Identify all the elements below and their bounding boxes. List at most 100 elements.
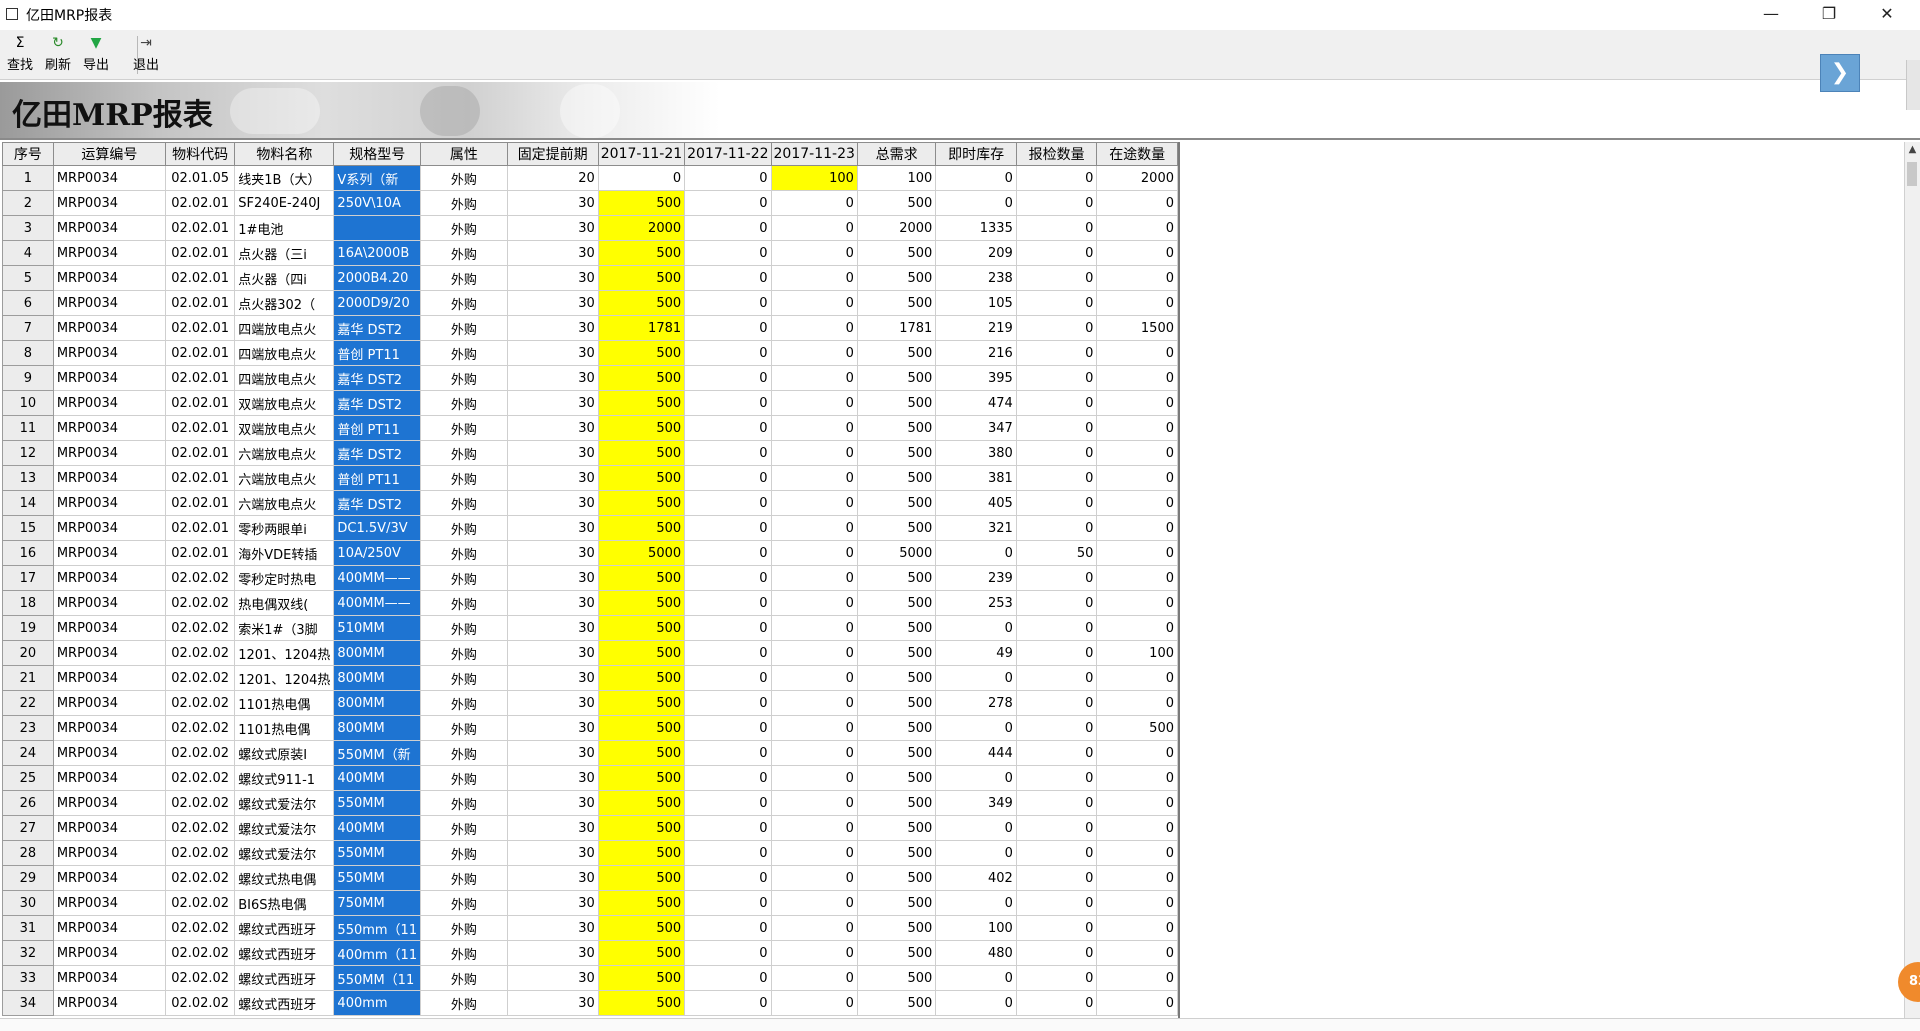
date-1-cell[interactable]: 500 <box>597 565 686 591</box>
inspect-qty-cell[interactable]: 0 <box>1015 740 1098 766</box>
inspect-qty-cell[interactable]: 0 <box>1015 440 1098 466</box>
date-2-cell[interactable]: 0 <box>684 865 772 891</box>
table-row[interactable]: 34 MRP0034 02.02.02 螺纹式西班牙 400mm 外购 30 500 0 0 500… <box>2 990 1178 1016</box>
calc-no-cell[interactable]: MRP0034 <box>52 940 167 966</box>
attr-cell[interactable]: 外购 <box>420 365 508 391</box>
item-code-cell[interactable]: 02.01.05 <box>165 165 236 191</box>
item-name-cell[interactable]: 点火器（四i <box>234 265 335 291</box>
spec-cell[interactable]: 2000B4.20 <box>333 265 422 291</box>
date-3-cell[interactable]: 0 <box>770 615 858 641</box>
date-2-cell[interactable]: 0 <box>684 840 772 866</box>
total-demand-cell[interactable]: 500 <box>856 840 937 866</box>
total-demand-cell[interactable]: 500 <box>856 490 937 516</box>
calc-no-cell[interactable]: MRP0034 <box>52 165 167 191</box>
stock-cell[interactable]: 0 <box>935 965 1017 991</box>
table-row[interactable]: 7 MRP0034 02.02.01 四端放电点火 嘉华 DST2 外购 30 1781 0 0 1… <box>2 315 1178 341</box>
calc-no-cell[interactable]: MRP0034 <box>52 490 167 516</box>
date-2-cell[interactable]: 0 <box>684 990 772 1016</box>
lead-time-cell[interactable]: 30 <box>506 565 599 591</box>
item-code-cell[interactable]: 02.02.01 <box>165 440 236 466</box>
item-name-cell[interactable]: 六端放电点火 <box>234 465 335 491</box>
stock-cell[interactable]: 480 <box>935 940 1017 966</box>
row-number[interactable]: 15 <box>2 515 54 541</box>
item-code-cell[interactable]: 02.02.01 <box>165 365 236 391</box>
date-1-cell[interactable]: 500 <box>597 665 686 691</box>
inspect-qty-cell[interactable]: 0 <box>1015 565 1098 591</box>
stock-cell[interactable]: 105 <box>935 290 1017 316</box>
lead-time-cell[interactable]: 30 <box>506 890 599 916</box>
inspect-qty-cell[interactable]: 0 <box>1015 915 1098 941</box>
date-3-cell[interactable]: 0 <box>770 790 858 816</box>
spec-cell[interactable]: 嘉华 DST2 <box>333 490 422 516</box>
date-1-cell[interactable]: 500 <box>597 940 686 966</box>
calc-no-cell[interactable]: MRP0034 <box>52 440 167 466</box>
date-2-cell[interactable]: 0 <box>684 790 772 816</box>
transit-qty-cell[interactable]: 0 <box>1096 465 1178 491</box>
stock-cell[interactable]: 321 <box>935 515 1017 541</box>
date-2-cell[interactable]: 0 <box>684 265 772 291</box>
row-number[interactable]: 6 <box>2 290 54 316</box>
stock-cell[interactable]: 209 <box>935 240 1017 266</box>
attr-cell[interactable]: 外购 <box>420 515 508 541</box>
calc-no-cell[interactable]: MRP0034 <box>52 265 167 291</box>
lead-time-cell[interactable]: 30 <box>506 840 599 866</box>
spec-cell[interactable]: 510MM <box>333 615 422 641</box>
calc-no-cell[interactable]: MRP0034 <box>52 390 167 416</box>
calc-no-cell[interactable]: MRP0034 <box>52 990 167 1016</box>
inspect-qty-cell[interactable]: 0 <box>1015 315 1098 341</box>
refresh-button[interactable]: ↻ 刷新 <box>40 32 76 78</box>
column-header-stock[interactable]: 即时库存 <box>935 142 1017 166</box>
stock-cell[interactable]: 239 <box>935 565 1017 591</box>
row-number[interactable]: 22 <box>2 690 54 716</box>
calc-no-cell[interactable]: MRP0034 <box>52 465 167 491</box>
lead-time-cell[interactable]: 30 <box>506 190 599 216</box>
calc-no-cell[interactable]: MRP0034 <box>52 215 167 241</box>
transit-qty-cell[interactable]: 1500 <box>1096 315 1178 341</box>
date-1-cell[interactable]: 500 <box>597 240 686 266</box>
table-row[interactable]: 5 MRP0034 02.02.01 点火器（四i 2000B4.20 外购 30 500 0 0… <box>2 265 1178 291</box>
date-3-cell[interactable]: 0 <box>770 290 858 316</box>
calc-no-cell[interactable]: MRP0034 <box>52 790 167 816</box>
attr-cell[interactable]: 外购 <box>420 690 508 716</box>
table-row[interactable]: 31 MRP0034 02.02.02 螺纹式西班牙 550mm（11 外购 30 500 0 0… <box>2 915 1178 941</box>
total-demand-cell[interactable]: 500 <box>856 740 937 766</box>
calc-no-cell[interactable]: MRP0034 <box>52 640 167 666</box>
attr-cell[interactable]: 外购 <box>420 265 508 291</box>
total-demand-cell[interactable]: 500 <box>856 390 937 416</box>
item-code-cell[interactable]: 02.02.02 <box>165 965 236 991</box>
date-3-cell[interactable]: 0 <box>770 365 858 391</box>
date-1-cell[interactable]: 500 <box>597 915 686 941</box>
column-header-item-name[interactable]: 物料名称 <box>234 142 335 166</box>
row-number[interactable]: 2 <box>2 190 54 216</box>
inspect-qty-cell[interactable]: 0 <box>1015 665 1098 691</box>
date-2-cell[interactable]: 0 <box>684 890 772 916</box>
date-3-cell[interactable]: 0 <box>770 815 858 841</box>
stock-cell[interactable]: 278 <box>935 690 1017 716</box>
item-name-cell[interactable]: 四端放电点火 <box>234 340 335 366</box>
row-number[interactable]: 30 <box>2 890 54 916</box>
spec-cell[interactable]: 550MM <box>333 790 422 816</box>
calc-no-cell[interactable]: MRP0034 <box>52 740 167 766</box>
row-number[interactable]: 19 <box>2 615 54 641</box>
date-1-cell[interactable]: 500 <box>597 190 686 216</box>
lead-time-cell[interactable]: 30 <box>506 790 599 816</box>
row-number[interactable]: 5 <box>2 265 54 291</box>
transit-qty-cell[interactable]: 0 <box>1096 415 1178 441</box>
inspect-qty-cell[interactable]: 0 <box>1015 990 1098 1016</box>
attr-cell[interactable]: 外购 <box>420 540 508 566</box>
transit-qty-cell[interactable]: 0 <box>1096 615 1178 641</box>
calc-no-cell[interactable]: MRP0034 <box>52 240 167 266</box>
column-header-inspect-qty[interactable]: 报检数量 <box>1015 142 1098 166</box>
date-3-cell[interactable]: 0 <box>770 490 858 516</box>
total-demand-cell[interactable]: 500 <box>856 265 937 291</box>
date-3-cell[interactable]: 0 <box>770 515 858 541</box>
stock-cell[interactable]: 100 <box>935 915 1017 941</box>
lead-time-cell[interactable]: 30 <box>506 265 599 291</box>
table-row[interactable]: 18 MRP0034 02.02.02 热电偶双线(400MM—— 外购 30 500 0 0 5… <box>2 590 1178 616</box>
date-2-cell[interactable]: 0 <box>684 565 772 591</box>
date-1-cell[interactable]: 500 <box>597 990 686 1016</box>
date-2-cell[interactable]: 0 <box>684 515 772 541</box>
spec-cell[interactable]: 250V\10A <box>333 190 422 216</box>
table-row[interactable]: 1 MRP0034 02.01.05 线夹1B（大） V系列（新 外购 20 0 0 100 100… <box>2 165 1178 191</box>
spec-cell[interactable]: 800MM <box>333 690 422 716</box>
